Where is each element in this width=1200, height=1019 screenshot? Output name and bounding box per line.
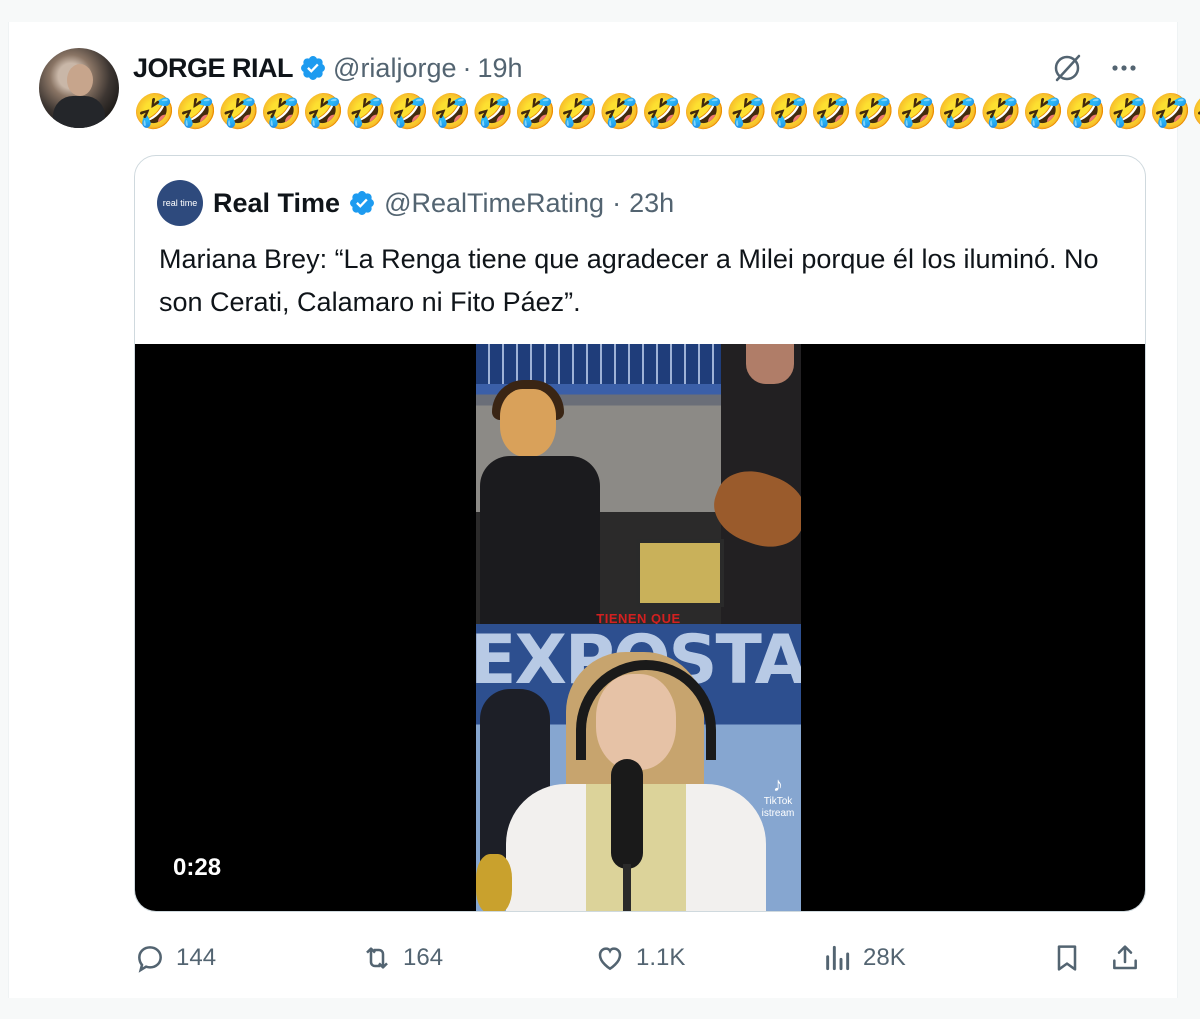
- separator: ·: [612, 187, 622, 218]
- video-frame: TIENEN QUE EXPOSTA ♪ TikTok istream: [476, 344, 801, 911]
- tweet-text: 🤣🤣🤣🤣🤣🤣🤣🤣🤣🤣🤣🤣🤣🤣🤣🤣🤣🤣🤣🤣🤣🤣🤣🤣🤣🤣: [133, 93, 1200, 131]
- verified-badge-icon: [350, 191, 375, 215]
- video-player[interactable]: TIENEN QUE EXPOSTA ♪ TikTok istream 0:28: [135, 344, 1145, 911]
- views-button[interactable]: 28K: [821, 938, 906, 978]
- action-bar: 144 164 1.1K 28K: [9, 938, 1177, 978]
- views-count: 28K: [863, 944, 906, 971]
- puppet-head: [500, 389, 556, 457]
- bookmark-button[interactable]: [1051, 938, 1083, 978]
- quoted-timestamp[interactable]: 23h: [629, 188, 674, 219]
- timestamp[interactable]: 19h: [477, 53, 522, 84]
- tweet-header: JORGE RIAL @rialjorge · 19h: [133, 52, 523, 84]
- quoted-avatar[interactable]: real time: [157, 180, 203, 226]
- tweet[interactable]: JORGE RIAL @rialjorge · 19h 🤣🤣🤣🤣🤣🤣🤣🤣🤣🤣🤣🤣…: [8, 22, 1200, 998]
- video-duration: 0:28: [173, 854, 222, 881]
- quoted-handle[interactable]: @RealTimeRating: [384, 188, 604, 219]
- repost-icon: [366, 947, 388, 969]
- like-button[interactable]: 1.1K: [594, 938, 685, 978]
- share-button[interactable]: [1109, 938, 1141, 978]
- bookmark-icon: [1057, 945, 1077, 971]
- more-icon[interactable]: [1109, 53, 1139, 89]
- verified-badge-icon: [301, 56, 325, 80]
- avatar-face: [67, 64, 93, 96]
- repost-count: 164: [403, 944, 444, 971]
- tiktok-handle: istream: [761, 808, 795, 819]
- like-icon: [598, 947, 622, 971]
- avatar-shirt: [53, 96, 105, 128]
- repost-button[interactable]: 164: [361, 938, 443, 978]
- microphone-stand: [623, 864, 631, 911]
- header-actions: [1051, 52, 1139, 90]
- reply-button[interactable]: 144: [134, 938, 216, 978]
- quoted-tweet-header: real time Real Time @RealTimeRating · 23…: [157, 180, 674, 226]
- gold-prop: [476, 854, 512, 911]
- tiktok-watermark: ♪ TikTok istream: [756, 774, 800, 820]
- amplifier: [636, 539, 724, 607]
- quoted-avatar-label: real time: [162, 197, 198, 208]
- quoted-tweet-text: Mariana Brey: “La Renga tiene que agrade…: [159, 244, 1099, 317]
- views-icon: [826, 945, 850, 971]
- reply-count: 144: [176, 944, 217, 971]
- reply-icon: [138, 946, 162, 973]
- grok-icon[interactable]: [1051, 52, 1083, 90]
- separator: ·: [462, 52, 472, 83]
- like-count: 1.1K: [636, 944, 686, 971]
- handle[interactable]: @rialjorge: [333, 53, 456, 84]
- puppet-body: [480, 456, 600, 626]
- quoted-tweet[interactable]: real time Real Time @RealTimeRating · 23…: [134, 155, 1146, 912]
- display-name[interactable]: JORGE RIAL: [133, 53, 294, 84]
- tiktok-label: TikTok: [763, 796, 793, 807]
- microphone: [611, 759, 643, 869]
- quoted-display-name[interactable]: Real Time: [213, 188, 340, 219]
- share-icon: [1113, 945, 1137, 970]
- guitarist-head: [746, 344, 794, 384]
- tiktok-icon: ♪: [773, 774, 783, 796]
- avatar[interactable]: [39, 48, 119, 128]
